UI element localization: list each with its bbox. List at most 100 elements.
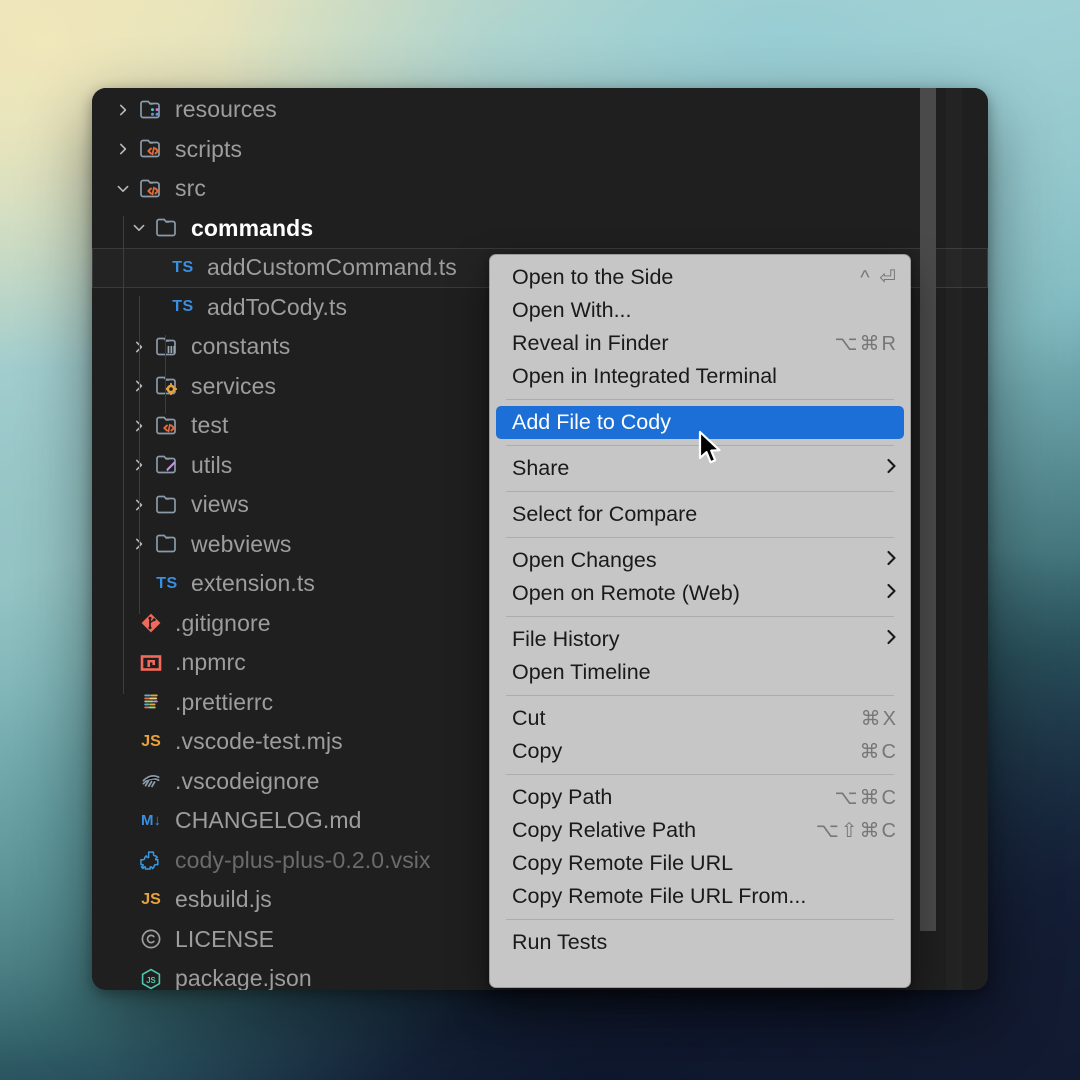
- menu-item[interactable]: File History: [490, 623, 910, 656]
- menu-separator: [506, 774, 894, 775]
- menu-item-label: Open to the Side: [512, 265, 674, 289]
- javascript-icon: JS: [141, 732, 161, 750]
- folder-utils-icon: [152, 452, 182, 478]
- menu-item[interactable]: Open Changes: [490, 544, 910, 577]
- menu-item[interactable]: Copy Relative Path ⌥⇧⌘C: [490, 814, 910, 847]
- menu-item-label: Copy: [512, 739, 563, 763]
- tree-item-label: utils: [191, 451, 233, 478]
- chevron-down-icon[interactable]: [126, 220, 152, 236]
- folder-code-icon: [152, 413, 182, 439]
- menu-separator: [506, 616, 894, 617]
- tree-item-label: src: [175, 175, 206, 202]
- menu-item[interactable]: Run Tests: [490, 926, 910, 959]
- tree-folder-row[interactable]: commands: [92, 209, 988, 249]
- folder-services-icon: [152, 373, 182, 399]
- submenu-chevron-right-icon: [885, 549, 898, 573]
- tree-item-label: .npmrc: [175, 649, 246, 676]
- tree-item-label: addToCody.ts: [207, 293, 348, 320]
- folder-icon: [152, 531, 182, 557]
- tree-item-label: .vscode-test.mjs: [175, 728, 343, 755]
- menu-separator: [506, 919, 894, 920]
- folder-code-icon: [136, 176, 166, 202]
- menu-item[interactable]: Reveal in Finder ⌥⌘R: [490, 327, 910, 360]
- npm-icon: [136, 650, 166, 676]
- menu-item[interactable]: Copy ⌘C: [490, 735, 910, 768]
- menu-item-label: Open With...: [512, 298, 632, 322]
- menu-item-shortcut: ⌥⌘C: [834, 787, 898, 809]
- menu-item[interactable]: Select for Compare: [490, 498, 910, 531]
- ignore-icon: [136, 768, 166, 794]
- explorer-scrollbar-thumb[interactable]: [920, 88, 936, 931]
- menu-item-shortcut: ^ ⏎: [860, 267, 898, 289]
- menu-item-label: Copy Remote File URL: [512, 851, 734, 875]
- tree-indent-guide: [139, 296, 140, 614]
- tree-folder-row[interactable]: src: [92, 169, 988, 209]
- tree-item-label: test: [191, 412, 229, 439]
- menu-separator: [506, 695, 894, 696]
- menu-item-label: Open Changes: [512, 548, 657, 572]
- tree-item-label: .prettierrc: [175, 688, 274, 715]
- submenu-chevron-right-icon: [885, 457, 898, 481]
- menu-item-shortcut: ⌘C: [859, 741, 898, 763]
- menu-item[interactable]: Copy Remote File URL From...: [490, 880, 910, 913]
- chevron-right-icon[interactable]: [110, 102, 136, 118]
- tree-item-label: LICENSE: [175, 925, 275, 952]
- explorer-scrollbar-track[interactable]: [920, 88, 962, 990]
- menu-item[interactable]: Copy Path ⌥⌘C: [490, 781, 910, 814]
- menu-separator: [506, 491, 894, 492]
- menu-item-shortcut: ⌘X: [860, 708, 898, 730]
- tree-item-label: webviews: [191, 530, 292, 557]
- menu-item[interactable]: Open to the Side ^ ⏎: [490, 261, 910, 294]
- tree-folder-row[interactable]: resources: [92, 90, 988, 130]
- menu-item[interactable]: Open With...: [490, 294, 910, 327]
- folder-icon: [152, 215, 182, 241]
- typescript-icon: TS: [172, 258, 194, 276]
- typescript-icon: TS: [156, 574, 178, 592]
- tree-indent-guide: [165, 335, 166, 414]
- chevron-right-icon[interactable]: [110, 141, 136, 157]
- menu-separator: [506, 537, 894, 538]
- git-icon: [136, 610, 166, 636]
- menu-item[interactable]: Open on Remote (Web): [490, 577, 910, 610]
- menu-item-label: Reveal in Finder: [512, 331, 669, 355]
- tree-item-label: .gitignore: [175, 609, 271, 636]
- tree-item-label: constants: [191, 333, 291, 360]
- markdown-icon: M↓: [141, 812, 161, 830]
- javascript-icon: JS: [141, 890, 161, 908]
- chevron-down-icon[interactable]: [110, 181, 136, 197]
- menu-item[interactable]: Copy Remote File URL: [490, 847, 910, 880]
- menu-item-label: File History: [512, 627, 620, 651]
- menu-item-label: Copy Remote File URL From...: [512, 884, 807, 908]
- vsix-icon: [136, 847, 166, 873]
- tree-item-label: commands: [191, 214, 314, 241]
- tree-item-label: views: [191, 491, 250, 518]
- tree-folder-row[interactable]: scripts: [92, 130, 988, 170]
- menu-item-label: Open on Remote (Web): [512, 581, 740, 605]
- menu-item[interactable]: Cut ⌘X: [490, 702, 910, 735]
- submenu-chevron-right-icon: [885, 582, 898, 606]
- license-icon: [136, 926, 166, 952]
- menu-item[interactable]: Open Timeline: [490, 656, 910, 689]
- tree-item-label: cody-plus-plus-0.2.0.vsix: [175, 846, 431, 873]
- prettier-icon: [136, 689, 166, 715]
- menu-item-label: Select for Compare: [512, 502, 698, 526]
- typescript-icon: TS: [172, 298, 194, 316]
- tree-item-label: addCustomCommand.ts: [207, 254, 457, 281]
- folder-constants-icon: [152, 334, 182, 360]
- tree-item-label: CHANGELOG.md: [175, 807, 362, 834]
- tree-item-label: esbuild.js: [175, 886, 272, 913]
- menu-separator: [506, 399, 894, 400]
- menu-item-shortcut: ⌥⇧⌘C: [815, 820, 898, 842]
- mouse-cursor: [698, 430, 721, 464]
- file-context-menu[interactable]: Open to the Side ^ ⏎ Open With... Reveal in…: [489, 254, 911, 988]
- menu-item[interactable]: Open in Integrated Terminal: [490, 360, 910, 393]
- menu-item-label: Copy Relative Path: [512, 818, 697, 842]
- menu-item-label: Run Tests: [512, 930, 608, 954]
- folder-icon: [152, 492, 182, 518]
- menu-item-shortcut: ⌥⌘R: [834, 333, 898, 355]
- submenu-chevron-right-icon: [885, 628, 898, 652]
- tree-item-label: resources: [175, 96, 277, 123]
- tree-item-label: extension.ts: [191, 570, 315, 597]
- folder-resources-icon: [136, 97, 166, 123]
- tree-item-label: .vscodeignore: [175, 767, 320, 794]
